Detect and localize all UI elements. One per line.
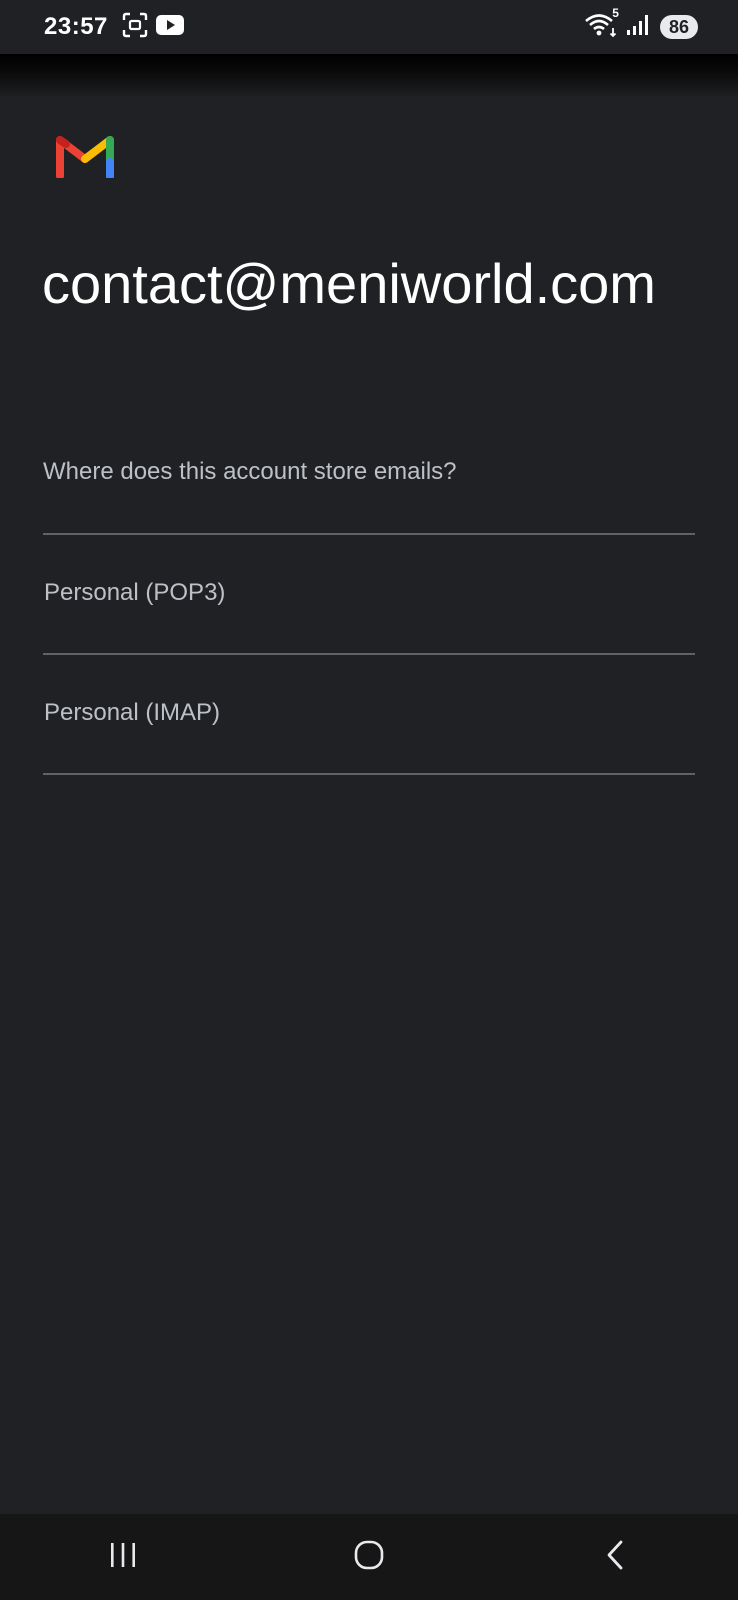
option-personal-pop3[interactable]: Personal (POP3) [0,535,738,653]
account-email: contact@meniworld.com [42,252,656,315]
navigation-bar [0,1514,738,1600]
store-question: Where does this account store emails? [43,458,457,485]
wifi-icon: 5 [584,6,619,43]
option-label: Personal (IMAP) [44,699,221,726]
back-icon [603,1539,627,1576]
gmail-logo [56,132,114,183]
youtube-icon [155,14,184,40]
back-button[interactable] [555,1514,675,1600]
signal-icon [626,13,652,42]
recent-apps-button[interactable] [63,1514,183,1600]
status-time: 23:57 [44,13,108,40]
option-label: Personal (POP3) [44,579,226,606]
home-icon [353,1539,385,1576]
screenshot-icon [122,12,148,43]
app-bar-shadow [0,54,738,98]
network-badge: 5 [612,5,619,20]
status-icons-right: 5 86 [584,6,698,43]
option-personal-imap[interactable]: Personal (IMAP) [0,655,738,773]
recent-apps-icon [108,1541,138,1574]
battery-icon: 86 [659,15,698,39]
home-button[interactable] [309,1514,429,1600]
status-icons-left [122,12,184,43]
divider [43,773,695,775]
status-bar: 23:57 5 86 [0,0,738,54]
